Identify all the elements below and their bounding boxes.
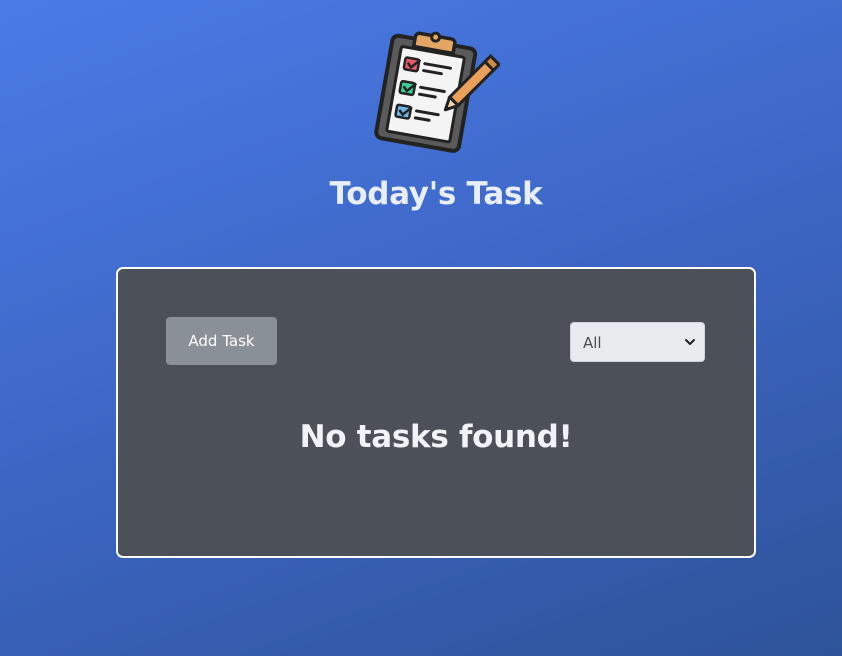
clipboard-checklist-icon (370, 28, 502, 154)
add-task-button[interactable]: Add Task (166, 317, 277, 365)
chevron-down-icon (685, 339, 695, 345)
empty-state-message: No tasks found! (299, 419, 573, 455)
filter-select[interactable]: All (570, 322, 705, 362)
filter-selected-value: All (583, 334, 602, 352)
page-title: Today's Task (329, 176, 543, 212)
task-panel: Add Task All No tasks found! (116, 267, 756, 558)
